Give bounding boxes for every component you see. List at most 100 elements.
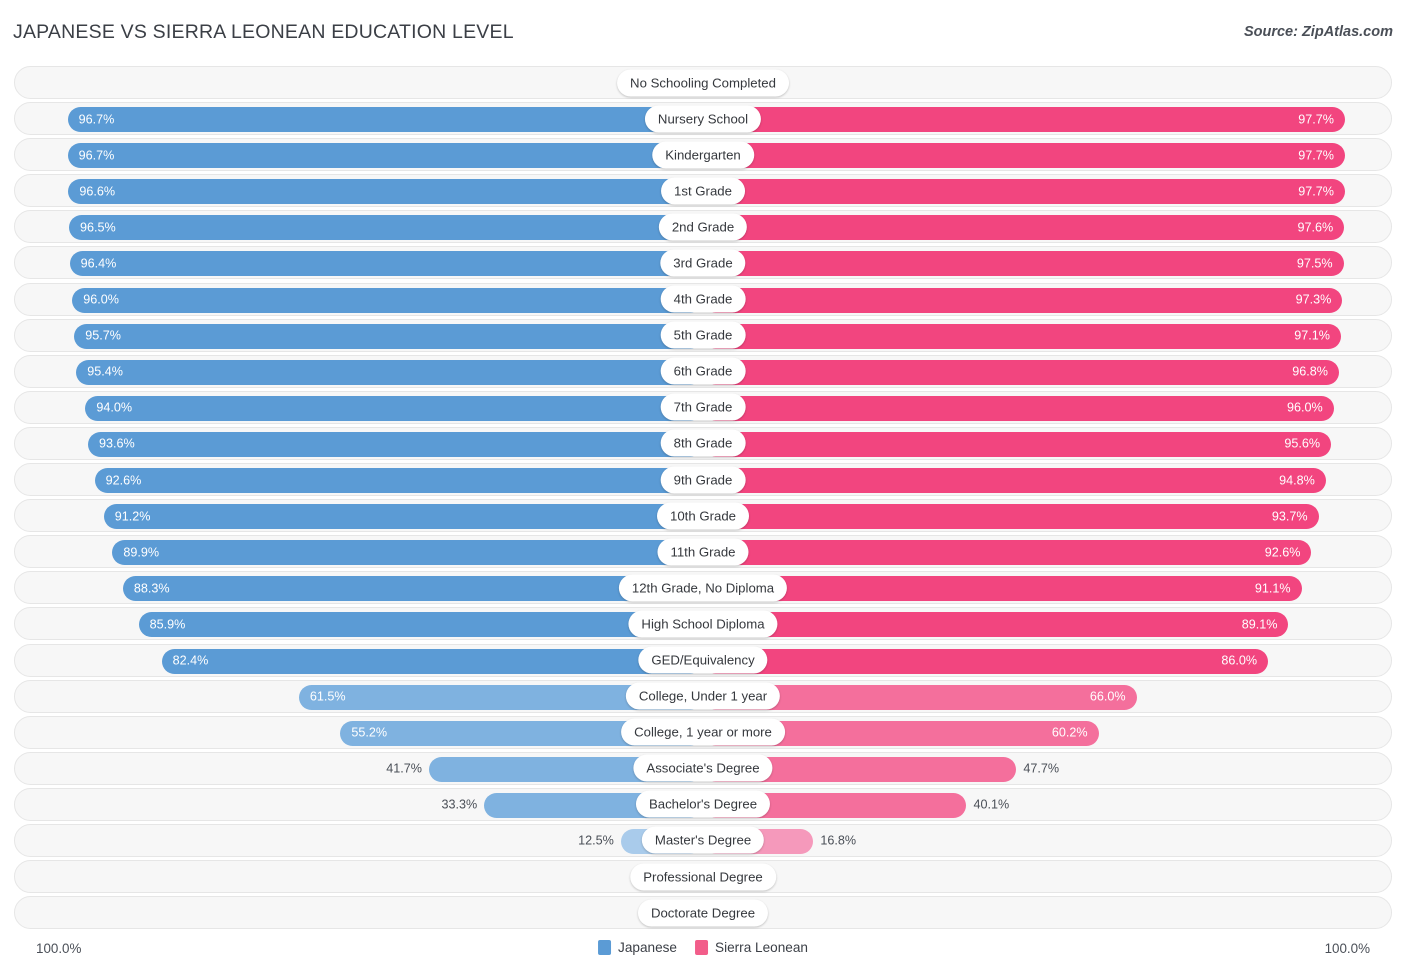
chart-row: 89.9%92.6%11th Grade bbox=[14, 535, 1392, 568]
bar-sierra-leonean: 97.6% bbox=[703, 215, 1344, 240]
row-track: 61.5%66.0%College, Under 1 year bbox=[15, 681, 1391, 712]
category-label: 8th Grade bbox=[661, 430, 746, 457]
legend-item[interactable]: Sierra Leonean bbox=[695, 940, 808, 955]
bar-value-japanese: 92.6% bbox=[106, 474, 142, 487]
source-attribution: Source: ZipAtlas.com bbox=[1244, 24, 1393, 40]
bar-japanese: 94.0% bbox=[85, 396, 703, 421]
chart-row: 3.5%4.5%Professional Degree bbox=[14, 860, 1392, 893]
chart-row: 93.6% 95.6% 8th Grade bbox=[14, 427, 1392, 460]
chart-row: 95.7%97.1%5th Grade bbox=[14, 319, 1392, 352]
row-track: 91.2%93.7%10th Grade bbox=[15, 500, 1391, 531]
bar-value-sierra-leonean: 94.8% bbox=[1279, 474, 1315, 487]
bar-value-sierra-leonean: 97.7% bbox=[1298, 113, 1334, 126]
category-label: Associate's Degree bbox=[633, 755, 772, 782]
row-track: 41.7%47.7%Associate's Degree bbox=[15, 753, 1391, 784]
chart-row: 96.0%97.3%4th Grade bbox=[14, 283, 1392, 316]
bar-sierra-leonean: 93.7% bbox=[703, 504, 1319, 529]
bar-sierra-leonean: 97.1% bbox=[703, 324, 1341, 349]
chart-row: 94.0%96.0%7th Grade bbox=[14, 391, 1392, 424]
chart-row: 55.2%60.2%College, 1 year or more bbox=[14, 716, 1392, 749]
bar-sierra-leonean: 92.6% bbox=[703, 540, 1311, 565]
bar-value-sierra-leonean: 97.5% bbox=[1297, 258, 1333, 271]
chart-row: 82.4%86.0%GED/Equivalency bbox=[14, 644, 1392, 677]
bar-value-japanese: 96.7% bbox=[79, 149, 115, 162]
bar-value-sierra-leonean: 96.8% bbox=[1292, 366, 1328, 379]
bar-japanese: 96.5% bbox=[69, 215, 703, 240]
chart-row: 96.5%97.6%2nd Grade bbox=[14, 210, 1392, 243]
axis-label-left: 100.0% bbox=[36, 941, 81, 956]
chart-row: 95.4%96.8%6th Grade bbox=[14, 355, 1392, 388]
bar-sierra-leonean: 97.7% bbox=[703, 179, 1345, 204]
bar-japanese: 93.6% bbox=[88, 432, 703, 457]
bar-value-sierra-leonean: 89.1% bbox=[1242, 619, 1278, 632]
row-track: 82.4%86.0%GED/Equivalency bbox=[15, 645, 1391, 676]
row-track: 88.3%91.1%12th Grade, No Diploma bbox=[15, 572, 1391, 603]
row-track: 85.9%89.1%High School Diploma bbox=[15, 608, 1391, 639]
bar-value-sierra-leonean: 97.7% bbox=[1298, 185, 1334, 198]
chart-row: 33.3%40.1%Bachelor's Degree bbox=[14, 788, 1392, 821]
chart-row: 1.5%2.0%Doctorate Degree bbox=[14, 896, 1392, 929]
category-label: 9th Grade bbox=[661, 466, 746, 493]
row-track: 96.5%97.6%2nd Grade bbox=[15, 211, 1391, 242]
chart-header: JAPANESE VS SIERRA LEONEAN EDUCATION LEV… bbox=[0, 0, 1406, 58]
row-track: 94.0%96.0%7th Grade bbox=[15, 392, 1391, 423]
row-track: 3.5%4.5%Professional Degree bbox=[15, 861, 1391, 892]
bar-value-japanese: 94.0% bbox=[96, 402, 132, 415]
row-track: 96.6%97.7%1st Grade bbox=[15, 175, 1391, 206]
chart-page: JAPANESE VS SIERRA LEONEAN EDUCATION LEV… bbox=[0, 0, 1406, 975]
bar-value-japanese: 96.6% bbox=[79, 185, 115, 198]
row-track: 96.7% 97.7% Nursery School bbox=[15, 103, 1391, 134]
row-track: 96.4% 97.5% 3rd Grade bbox=[15, 247, 1391, 278]
bar-value-sierra-leonean: 96.0% bbox=[1287, 402, 1323, 415]
bar-sierra-leonean: 97.7% bbox=[703, 107, 1345, 132]
bar-value-sierra-leonean: 47.7% bbox=[1023, 763, 1059, 776]
bar-sierra-leonean: 96.0% bbox=[703, 396, 1334, 421]
chart-row: 92.6% 94.8% 9th Grade bbox=[14, 463, 1392, 496]
chart-row: 3.3%2.3%No Schooling Completed bbox=[14, 66, 1392, 99]
category-label: 12th Grade, No Diploma bbox=[619, 574, 787, 601]
category-label: Master's Degree bbox=[642, 827, 764, 854]
row-track: 1.5%2.0%Doctorate Degree bbox=[15, 897, 1391, 928]
bar-japanese: 85.9% bbox=[139, 612, 703, 637]
bar-japanese: 89.9% bbox=[112, 540, 703, 565]
bar-value-sierra-leonean: 16.8% bbox=[820, 835, 856, 848]
row-track: 89.9%92.6%11th Grade bbox=[15, 536, 1391, 567]
bar-value-sierra-leonean: 66.0% bbox=[1090, 691, 1126, 704]
chart-row: 85.9%89.1%High School Diploma bbox=[14, 607, 1392, 640]
bar-value-japanese: 96.0% bbox=[83, 294, 119, 307]
bar-value-japanese: 55.2% bbox=[351, 727, 387, 740]
category-label: 4th Grade bbox=[661, 286, 746, 313]
category-label: Bachelor's Degree bbox=[636, 791, 770, 818]
bar-value-sierra-leonean: 95.6% bbox=[1284, 438, 1320, 451]
bar-sierra-leonean: 94.8% bbox=[703, 468, 1326, 493]
category-label: 10th Grade bbox=[657, 502, 749, 529]
row-track: 33.3%40.1%Bachelor's Degree bbox=[15, 789, 1391, 820]
row-track: 95.7%97.1%5th Grade bbox=[15, 320, 1391, 351]
category-label: College, Under 1 year bbox=[626, 683, 780, 710]
bar-sierra-leonean: 97.5% bbox=[703, 251, 1344, 276]
bar-japanese: 92.6% bbox=[95, 468, 703, 493]
legend-item[interactable]: Japanese bbox=[598, 940, 677, 955]
category-label: College, 1 year or more bbox=[621, 719, 785, 746]
category-label: Doctorate Degree bbox=[638, 899, 768, 926]
bar-value-japanese: 12.5% bbox=[578, 835, 614, 848]
category-label: 3rd Grade bbox=[660, 249, 745, 276]
bar-value-sierra-leonean: 97.6% bbox=[1298, 222, 1334, 235]
bar-value-japanese: 89.9% bbox=[123, 546, 159, 559]
bar-value-japanese: 82.4% bbox=[173, 655, 209, 668]
category-label: No Schooling Completed bbox=[617, 69, 789, 96]
bar-value-japanese: 96.7% bbox=[79, 113, 115, 126]
category-label: 5th Grade bbox=[661, 322, 746, 349]
bar-japanese: 82.4% bbox=[162, 649, 703, 674]
row-track: 96.0%97.3%4th Grade bbox=[15, 284, 1391, 315]
bar-japanese: 96.7% bbox=[68, 107, 703, 132]
category-label: Nursery School bbox=[645, 105, 761, 132]
bar-japanese: 96.6% bbox=[68, 179, 703, 204]
bar-value-sierra-leonean: 93.7% bbox=[1272, 510, 1308, 523]
page-title: JAPANESE VS SIERRA LEONEAN EDUCATION LEV… bbox=[13, 21, 514, 44]
chart-row: 96.7% 97.7% Nursery School bbox=[14, 102, 1392, 135]
row-track: 55.2%60.2%College, 1 year or more bbox=[15, 717, 1391, 748]
bar-value-japanese: 96.4% bbox=[81, 258, 117, 271]
axis-label-right: 100.0% bbox=[1325, 941, 1370, 956]
bar-value-sierra-leonean: 86.0% bbox=[1221, 655, 1257, 668]
